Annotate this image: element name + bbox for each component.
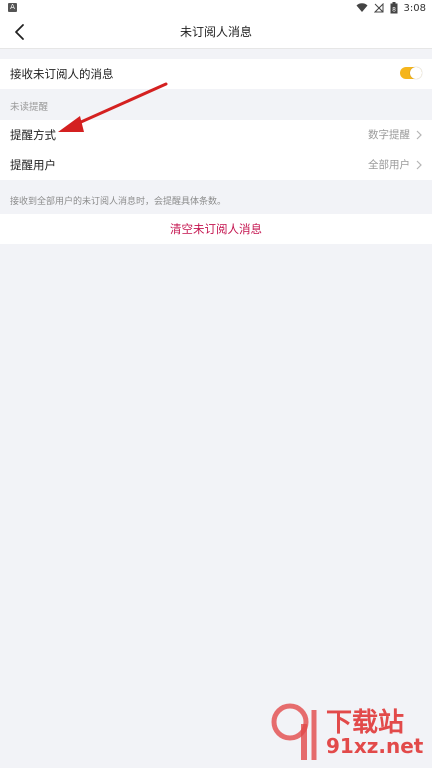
chevron-right-icon: [416, 160, 422, 170]
reminder-method-value: 数字提醒: [368, 129, 410, 141]
toggle-knob: [410, 67, 422, 79]
receive-messages-row[interactable]: 接收未订阅人的消息: [0, 59, 432, 89]
receive-messages-toggle[interactable]: [400, 67, 422, 79]
nav-header: 未订阅人消息: [0, 16, 432, 49]
clear-messages-button[interactable]: 清空未订阅人消息: [0, 214, 432, 244]
watermark-domain: 91xz.net: [326, 734, 424, 758]
signal-icon: [373, 3, 384, 13]
status-bar: A 8 3:08: [0, 0, 432, 16]
reminder-method-label: 提醒方式: [10, 128, 56, 142]
battery-level: 8: [392, 7, 396, 14]
wifi-icon: [356, 3, 368, 12]
reminder-method-row[interactable]: 提醒方式 数字提醒: [0, 120, 432, 150]
reminder-users-label: 提醒用户: [10, 158, 56, 172]
page-title: 未订阅人消息: [179, 25, 252, 39]
watermark-logo: 下载站 91xz.net: [268, 700, 428, 764]
unread-section-title: 未读提醒: [10, 102, 49, 113]
battery-icon: 8: [390, 2, 398, 14]
reminder-hint-text: 接收到全部用户的未订阅人消息时，会提醒具体条数。: [10, 197, 227, 207]
notification-icon: A: [8, 3, 17, 12]
status-icons: 8 3:08: [356, 1, 426, 15]
reminder-users-row[interactable]: 提醒用户 全部用户: [0, 150, 432, 180]
reminder-users-value: 全部用户: [368, 159, 410, 171]
chevron-right-icon: [416, 130, 422, 140]
receive-messages-label: 接收未订阅人的消息: [10, 67, 114, 81]
watermark-91-icon: [271, 703, 317, 760]
clock: 3:08: [403, 2, 426, 14]
